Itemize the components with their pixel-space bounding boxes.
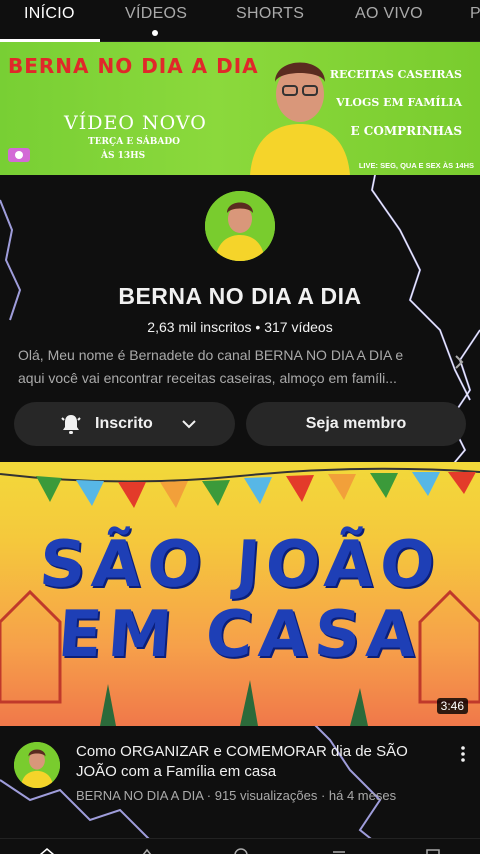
banner-hour: ÀS 13HS [101,151,146,161]
channel-avatar[interactable] [205,191,275,261]
shorts-icon[interactable] [138,847,156,854]
channel-description[interactable]: Olá, Meu nome é Bernadete do canal BERNA… [18,344,438,390]
banner-video-novo: VÍDEO NOVO [64,112,207,134]
bell-icon [61,415,81,434]
chevron-right-icon[interactable] [452,352,466,372]
video-duration: 3:46 [436,698,468,714]
more-vert-icon[interactable] [456,744,470,764]
chevron-down-icon [182,420,196,429]
channel-tabs: INÍCIO VÍDEOS SHORTS AO VIVO P [0,0,480,42]
join-membership-label: Seja membro [305,415,407,432]
create-icon[interactable] [232,847,250,854]
banner-person-photo [250,62,350,175]
tab-shorts[interactable]: SHORTS [236,5,304,35]
thumbnail-text-line-1: SÃO JOÃO [37,528,443,602]
banner-days: TERÇA E SÁBADO [88,137,181,147]
banner-shopping: E COMPRINHAS [350,124,462,138]
banner-live-schedule: LIVE: SEG, QUA E SEX ÀS 14HS [358,161,474,170]
tab-ao-vivo[interactable]: AO VIVO [355,5,423,35]
active-tab-indicator [0,39,100,42]
subscriptions-icon[interactable] [330,847,348,854]
join-membership-button[interactable]: Seja membro [246,402,466,446]
video-title[interactable]: Como ORGANIZAR e COMEMORAR dia de SÃO JO… [76,742,436,782]
subscribed-label: Inscrito [95,415,153,432]
video-metadata: BERNA NO DIA A DIA · 915 visualizações ·… [76,788,397,803]
home-icon[interactable] [38,847,56,854]
video-channel-avatar[interactable] [14,742,60,788]
thumbnail-text-line-2: EM CASA [55,598,425,672]
banner-vlogs: VLOGS EM FAMÍLIA [336,96,462,109]
banner-title: BERNA NO DIA A DIA [8,54,259,78]
tab-playlists[interactable]: P [470,5,480,35]
new-content-dot [152,30,158,36]
bottom-navigation [0,838,480,854]
avatar-photo [14,742,60,788]
subscribed-button[interactable]: Inscrito [14,402,235,446]
video-thumbnail[interactable]: SÃO JOÃO EM CASA 3:46 [0,462,480,726]
description-line-1: Olá, Meu nome é Bernadete do canal BERNA… [18,347,404,363]
library-icon[interactable] [424,847,442,854]
camera-icon [8,148,30,162]
avatar-photo [205,191,275,261]
channel-name: BERNA NO DIA A DIA [118,283,362,309]
tab-inicio[interactable]: INÍCIO [24,5,75,35]
channel-stats: 2,63 mil inscritos • 317 vídeos [147,319,333,335]
description-line-2: aqui você vai encontrar receitas caseira… [18,370,397,386]
channel-banner: BERNA NO DIA A DIA VÍDEO NOVO TERÇA E SÁ… [0,42,480,175]
